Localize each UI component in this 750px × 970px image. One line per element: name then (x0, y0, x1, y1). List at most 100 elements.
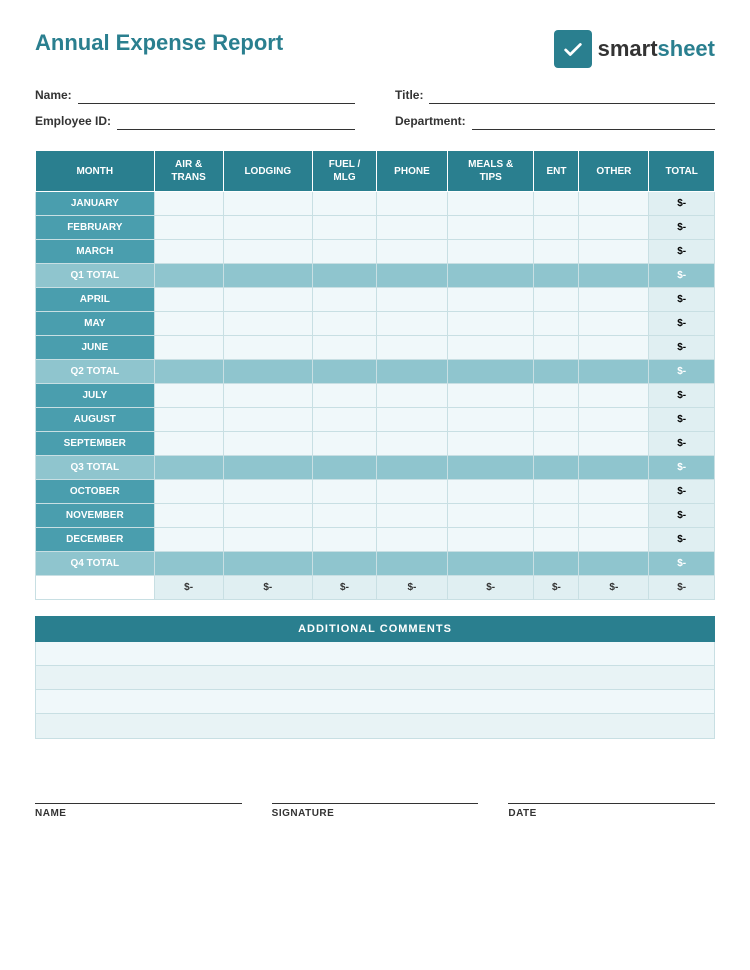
data-cell[interactable] (534, 528, 579, 552)
table-row[interactable]: NOVEMBER$- (36, 504, 715, 528)
data-cell[interactable] (312, 432, 376, 456)
data-cell[interactable] (223, 312, 312, 336)
table-row[interactable]: FEBRUARY$- (36, 216, 715, 240)
table-row[interactable]: Q2 TOTAL$- (36, 360, 715, 384)
data-cell[interactable] (447, 312, 534, 336)
data-cell[interactable] (223, 432, 312, 456)
comment-line-3[interactable] (36, 690, 714, 714)
data-cell[interactable] (579, 408, 649, 432)
data-cell[interactable] (579, 456, 649, 480)
data-cell[interactable] (534, 504, 579, 528)
data-cell[interactable] (223, 192, 312, 216)
data-cell[interactable] (154, 528, 223, 552)
data-cell[interactable] (223, 336, 312, 360)
table-row[interactable]: OCTOBER$- (36, 480, 715, 504)
data-cell[interactable] (312, 264, 376, 288)
table-row[interactable]: Q3 TOTAL$- (36, 456, 715, 480)
data-cell[interactable] (154, 240, 223, 264)
data-cell[interactable] (447, 240, 534, 264)
data-cell[interactable] (447, 288, 534, 312)
data-cell[interactable] (154, 432, 223, 456)
data-cell[interactable] (223, 480, 312, 504)
comments-body[interactable] (35, 642, 715, 739)
data-cell[interactable] (447, 216, 534, 240)
data-cell[interactable] (447, 528, 534, 552)
data-cell[interactable] (534, 312, 579, 336)
table-row[interactable]: AUGUST$- (36, 408, 715, 432)
data-cell[interactable] (579, 504, 649, 528)
data-cell[interactable] (312, 384, 376, 408)
data-cell[interactable] (579, 192, 649, 216)
data-cell[interactable] (154, 360, 223, 384)
comment-line-2[interactable] (36, 666, 714, 690)
data-cell[interactable] (312, 552, 376, 576)
data-cell[interactable] (579, 336, 649, 360)
data-cell[interactable] (223, 528, 312, 552)
table-row[interactable]: SEPTEMBER$- (36, 432, 715, 456)
data-cell[interactable] (447, 264, 534, 288)
data-cell[interactable] (154, 384, 223, 408)
data-cell[interactable] (377, 480, 448, 504)
data-cell[interactable] (377, 192, 448, 216)
data-cell[interactable] (447, 384, 534, 408)
data-cell[interactable] (579, 360, 649, 384)
data-cell[interactable] (534, 480, 579, 504)
data-cell[interactable] (223, 384, 312, 408)
data-cell[interactable] (154, 552, 223, 576)
table-row[interactable]: JULY$- (36, 384, 715, 408)
data-cell[interactable] (534, 384, 579, 408)
sig-signature-line[interactable] (272, 784, 479, 804)
data-cell[interactable] (534, 192, 579, 216)
data-cell[interactable] (534, 456, 579, 480)
data-cell[interactable] (377, 384, 448, 408)
data-cell[interactable] (312, 408, 376, 432)
data-cell[interactable] (377, 240, 448, 264)
data-cell[interactable] (579, 312, 649, 336)
data-cell[interactable] (579, 528, 649, 552)
data-cell[interactable] (534, 432, 579, 456)
data-cell[interactable] (223, 552, 312, 576)
data-cell[interactable] (579, 288, 649, 312)
data-cell[interactable] (154, 504, 223, 528)
table-row[interactable]: Q1 TOTAL$- (36, 264, 715, 288)
data-cell[interactable] (447, 192, 534, 216)
table-row[interactable]: JUNE$- (36, 336, 715, 360)
data-cell[interactable] (534, 216, 579, 240)
data-cell[interactable] (377, 552, 448, 576)
data-cell[interactable] (447, 432, 534, 456)
title-input-line[interactable] (429, 86, 715, 104)
data-cell[interactable] (579, 552, 649, 576)
data-cell[interactable] (312, 192, 376, 216)
data-cell[interactable] (579, 216, 649, 240)
data-cell[interactable] (377, 216, 448, 240)
data-cell[interactable] (312, 336, 376, 360)
data-cell[interactable] (154, 312, 223, 336)
comment-line-1[interactable] (36, 642, 714, 666)
data-cell[interactable] (154, 336, 223, 360)
data-cell[interactable] (377, 504, 448, 528)
comment-line-4[interactable] (36, 714, 714, 738)
data-cell[interactable] (447, 360, 534, 384)
data-cell[interactable] (223, 264, 312, 288)
data-cell[interactable] (377, 312, 448, 336)
data-cell[interactable] (223, 216, 312, 240)
data-cell[interactable] (377, 264, 448, 288)
data-cell[interactable] (312, 480, 376, 504)
data-cell[interactable] (312, 216, 376, 240)
department-input-line[interactable] (472, 112, 715, 130)
data-cell[interactable] (377, 456, 448, 480)
data-cell[interactable] (312, 528, 376, 552)
table-row[interactable]: Q4 TOTAL$- (36, 552, 715, 576)
table-row[interactable]: DECEMBER$- (36, 528, 715, 552)
data-cell[interactable] (312, 456, 376, 480)
data-cell[interactable] (312, 504, 376, 528)
data-cell[interactable] (377, 408, 448, 432)
data-cell[interactable] (154, 480, 223, 504)
table-row[interactable]: MAY$- (36, 312, 715, 336)
data-cell[interactable] (579, 384, 649, 408)
data-cell[interactable] (534, 360, 579, 384)
name-input-line[interactable] (78, 86, 355, 104)
data-cell[interactable] (223, 288, 312, 312)
data-cell[interactable] (447, 504, 534, 528)
data-cell[interactable] (377, 288, 448, 312)
